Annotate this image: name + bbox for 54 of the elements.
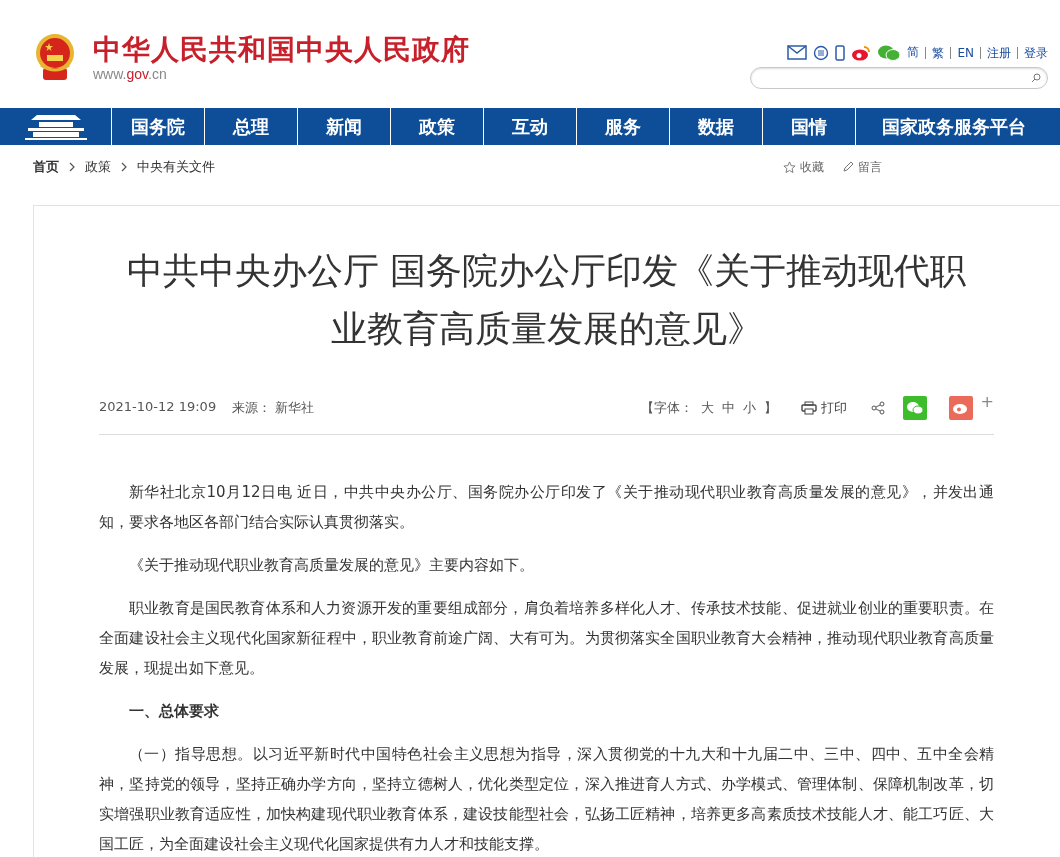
nav-tab[interactable]: 政策	[391, 108, 484, 145]
paragraph: （一）指导思想。以习近平新时代中国特色社会主义思想为指导，深入贯彻党的十九大和十九届二中、三中、四中、五中全会精神，坚持党的领导，坚持正确办学方向，坚持立德树人，优化类型定位，深入推进育人方式、办学模式、管理体制、保障机制改革，切实增强职业教育适应性，加快构建现代职业教育体系，建设技能型社会，弘扬工匠精神，培养更多高素质技术技能人才、能工巧匠、大国工匠，为全面建设社会主义现代化国家提供有力人才和技能支撑。	[99, 744, 994, 855]
paragraph: 新华社北京10月12日电 近日，中共中央办公厅、国务院办公厅印发了《关于推动现代职业教育高质量发展的意见》，并发出通知，要求各地区各部门结合实际认真贯彻落实。	[99, 482, 994, 533]
font-size-link[interactable]: 小	[742, 399, 756, 417]
share-icon[interactable]	[870, 401, 885, 415]
print-link[interactable]: 打印	[800, 399, 847, 417]
breadcrumb-link[interactable]: 首页	[33, 158, 59, 176]
chevron-icon	[68, 162, 76, 172]
wechat-share-button[interactable]	[902, 396, 927, 420]
nav-tab[interactable]: 数据	[670, 108, 763, 145]
more-button[interactable]: +	[980, 392, 994, 411]
chevron-icon	[120, 162, 128, 172]
action-link[interactable]: 留言	[842, 158, 882, 176]
weibo-icon[interactable]	[851, 44, 872, 61]
bracket-text: 】	[763, 399, 777, 417]
top-link[interactable]: 简	[907, 44, 920, 61]
font-size-link[interactable]: 大	[700, 399, 714, 417]
font-size-link[interactable]: 中	[721, 399, 735, 417]
nav-tab[interactable]: 国情	[763, 108, 856, 145]
section-heading: 一、总体要求	[128, 701, 220, 722]
top-link[interactable]: 登录	[1017, 46, 1048, 59]
building-icon[interactable]	[24, 113, 87, 140]
nav-tab[interactable]: 服务	[577, 108, 670, 145]
nav-tab[interactable]: 总理	[205, 108, 298, 145]
breadcrumb-link[interactable]: 中央有关文件	[137, 158, 215, 176]
paragraph: 职业教育是国民教育体系和人力资源开发的重要组成部分，肩负着培养多样化人才、传承技术技能、促进就业创业的重要职责。在全面建设社会主义现代化国家新征程中，职业教育前途广阔、大有可为。为贯彻落实全国职业教育大会精神，推动现代职业教育高质量发展，现提出如下意见。	[99, 598, 994, 679]
message-icon[interactable]	[813, 44, 830, 61]
weibo-share-button[interactable]	[948, 396, 973, 420]
pencil-icon	[842, 161, 854, 173]
printer-icon	[800, 401, 817, 415]
article-title: 中共中央办公厅 国务院办公厅印发《关于推动现代职业教育高质量发展的意见》	[125, 249, 968, 351]
top-link[interactable]: 繁	[925, 46, 945, 59]
phone-icon[interactable]	[835, 44, 846, 61]
paragraph: 《关于推动现代职业教育高质量发展的意见》主要内容如下。	[128, 555, 535, 576]
breadcrumb-link[interactable]: 政策	[85, 158, 111, 176]
nav-tab[interactable]: 新闻	[298, 108, 391, 145]
nav-tab[interactable]: 国务院	[112, 108, 205, 145]
nav-tab[interactable]: 互动	[484, 108, 577, 145]
wechat-icon[interactable]	[877, 44, 902, 61]
emblem-icon	[33, 33, 77, 83]
action-link[interactable]: 收藏	[783, 158, 824, 176]
top-link[interactable]: EN	[950, 46, 974, 59]
site-domain: www.gov.cn	[93, 66, 168, 82]
font-size-label: 【字体：	[640, 399, 693, 417]
site-name: 中华人民共和国中央人民政府	[93, 34, 470, 66]
top-link[interactable]: 注册	[980, 46, 1011, 59]
chat-bubbles-icon	[905, 401, 924, 415]
weibo-icon	[951, 401, 970, 415]
publish-date: 2021-10-12 19:09	[99, 399, 217, 416]
nav-tab[interactable]: 国家政务服务平台	[856, 108, 1026, 145]
star-icon	[783, 160, 796, 174]
source-text: 来源： 新华社	[232, 399, 315, 417]
mail-icon[interactable]	[787, 45, 808, 60]
search-icon[interactable]	[1031, 73, 1041, 83]
